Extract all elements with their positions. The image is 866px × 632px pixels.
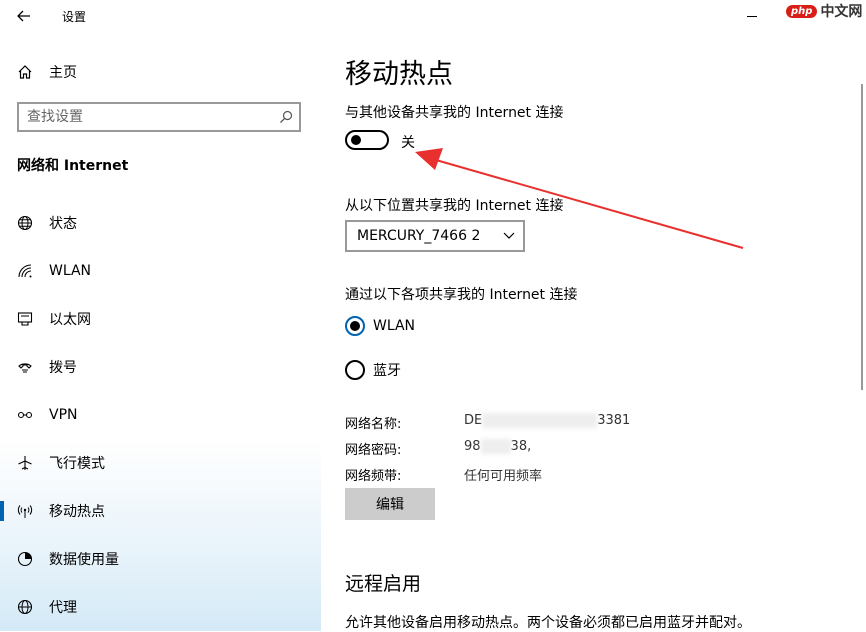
data-usage-icon xyxy=(17,551,33,567)
vpn-icon xyxy=(17,407,33,423)
share-label: 与其他设备共享我的 Internet 连接 xyxy=(345,105,564,121)
title-bar: 设置 xyxy=(0,0,321,32)
minimize-button[interactable] xyxy=(741,6,765,26)
network-password-key: 网络密码: xyxy=(345,443,402,458)
watermark-logo: php 中文网 xyxy=(786,0,866,22)
network-band-value: 任何可用频率 xyxy=(464,469,543,484)
hotspot-icon xyxy=(17,503,33,519)
hotspot-toggle[interactable] xyxy=(345,130,389,150)
nav-home-label: 主页 xyxy=(49,65,77,81)
network-password-value: 98 38, xyxy=(464,439,531,454)
radio-button[interactable] xyxy=(345,360,365,380)
toggle-state-label: 关 xyxy=(401,135,415,151)
nav-item-mobile-hotspot[interactable]: 移动热点 xyxy=(0,487,321,535)
remote-description: 允许其他设备启用移动热点。两个设备必须都已启用蓝牙并配对。 xyxy=(345,615,751,631)
page-title: 移动热点 xyxy=(345,59,453,90)
search-box[interactable] xyxy=(17,102,301,132)
radio-button[interactable] xyxy=(345,316,365,336)
radio-bluetooth[interactable]: 蓝牙 xyxy=(345,360,401,380)
redaction-blur xyxy=(480,439,511,454)
toggle-knob xyxy=(351,135,361,145)
nav-item-airplane-mode[interactable]: 飞行模式 xyxy=(0,439,321,487)
nav-item-wlan[interactable]: WLAN xyxy=(0,247,321,295)
nav-item-label: 以太网 xyxy=(49,312,91,328)
network-band-key: 网络频带: xyxy=(345,469,402,484)
nav-item-label: VPN xyxy=(49,407,78,423)
wifi-icon xyxy=(17,263,33,279)
dialup-icon xyxy=(17,359,33,375)
dropdown-value: MERCURY_7466 2 xyxy=(357,228,481,244)
nav-item-ethernet[interactable]: 以太网 xyxy=(0,295,321,343)
content-pane: php 中文网 移动热点 与其他设备共享我的 Internet 连接 关 从以下… xyxy=(321,0,866,631)
app-title: 设置 xyxy=(62,10,87,24)
globe-icon xyxy=(17,215,33,231)
nav-item-label: 状态 xyxy=(49,216,77,232)
watermark-text: 中文网 xyxy=(820,4,863,20)
network-password-suffix: 38, xyxy=(510,439,532,454)
share-from-label: 从以下位置共享我的 Internet 连接 xyxy=(345,198,564,214)
nav-item-label: 代理 xyxy=(49,600,77,616)
watermark-badge: php xyxy=(786,4,818,18)
nav-item-status[interactable]: 状态 xyxy=(0,199,321,247)
airplane-icon xyxy=(17,455,33,471)
nav-item-dialup[interactable]: 拨号 xyxy=(0,343,321,391)
nav-list: 状态 WLAN 以太网 拨号 VPN 飞行模式 移动热点 数据使用量 代理 xyxy=(0,199,321,631)
nav-item-proxy[interactable]: 代理 xyxy=(0,583,321,631)
radio-wlan[interactable]: WLAN xyxy=(345,316,415,336)
nav-item-label: 移动热点 xyxy=(49,504,105,520)
scrollbar[interactable] xyxy=(861,84,863,390)
network-password-prefix: 98 xyxy=(464,439,481,454)
nav-item-data-usage[interactable]: 数据使用量 xyxy=(0,535,321,583)
edit-button[interactable]: 编辑 xyxy=(345,488,435,520)
back-button[interactable] xyxy=(8,2,40,30)
nav-item-label: 拨号 xyxy=(49,360,77,376)
chevron-down-icon xyxy=(495,232,523,240)
share-over-label: 通过以下各项共享我的 Internet 连接 xyxy=(345,287,578,303)
search-input[interactable] xyxy=(19,105,273,129)
ethernet-icon xyxy=(17,311,33,327)
network-name-value: DE 3381 xyxy=(464,413,630,428)
search-icon[interactable] xyxy=(273,110,299,124)
section-title: 网络和 Internet xyxy=(17,158,129,174)
back-arrow-icon xyxy=(17,10,30,22)
radio-label: 蓝牙 xyxy=(373,363,401,379)
redaction-blur xyxy=(482,413,598,428)
nav-item-label: WLAN xyxy=(49,263,92,279)
network-name-prefix: DE xyxy=(464,413,483,428)
globe-icon xyxy=(17,599,33,615)
nav-item-label: 飞行模式 xyxy=(49,456,105,472)
nav-home[interactable]: 主页 xyxy=(0,56,321,88)
radio-label: WLAN xyxy=(373,318,416,334)
home-icon xyxy=(17,64,33,80)
navigation-pane: 设置 主页 网络和 Internet 状态 xyxy=(0,0,321,631)
share-from-dropdown[interactable]: MERCURY_7466 2 xyxy=(345,220,525,252)
network-name-key: 网络名称: xyxy=(345,417,402,432)
nav-item-label: 数据使用量 xyxy=(49,552,119,568)
network-name-suffix: 3381 xyxy=(597,413,631,428)
nav-item-vpn[interactable]: VPN xyxy=(0,391,321,439)
remote-heading: 远程启用 xyxy=(345,573,422,595)
